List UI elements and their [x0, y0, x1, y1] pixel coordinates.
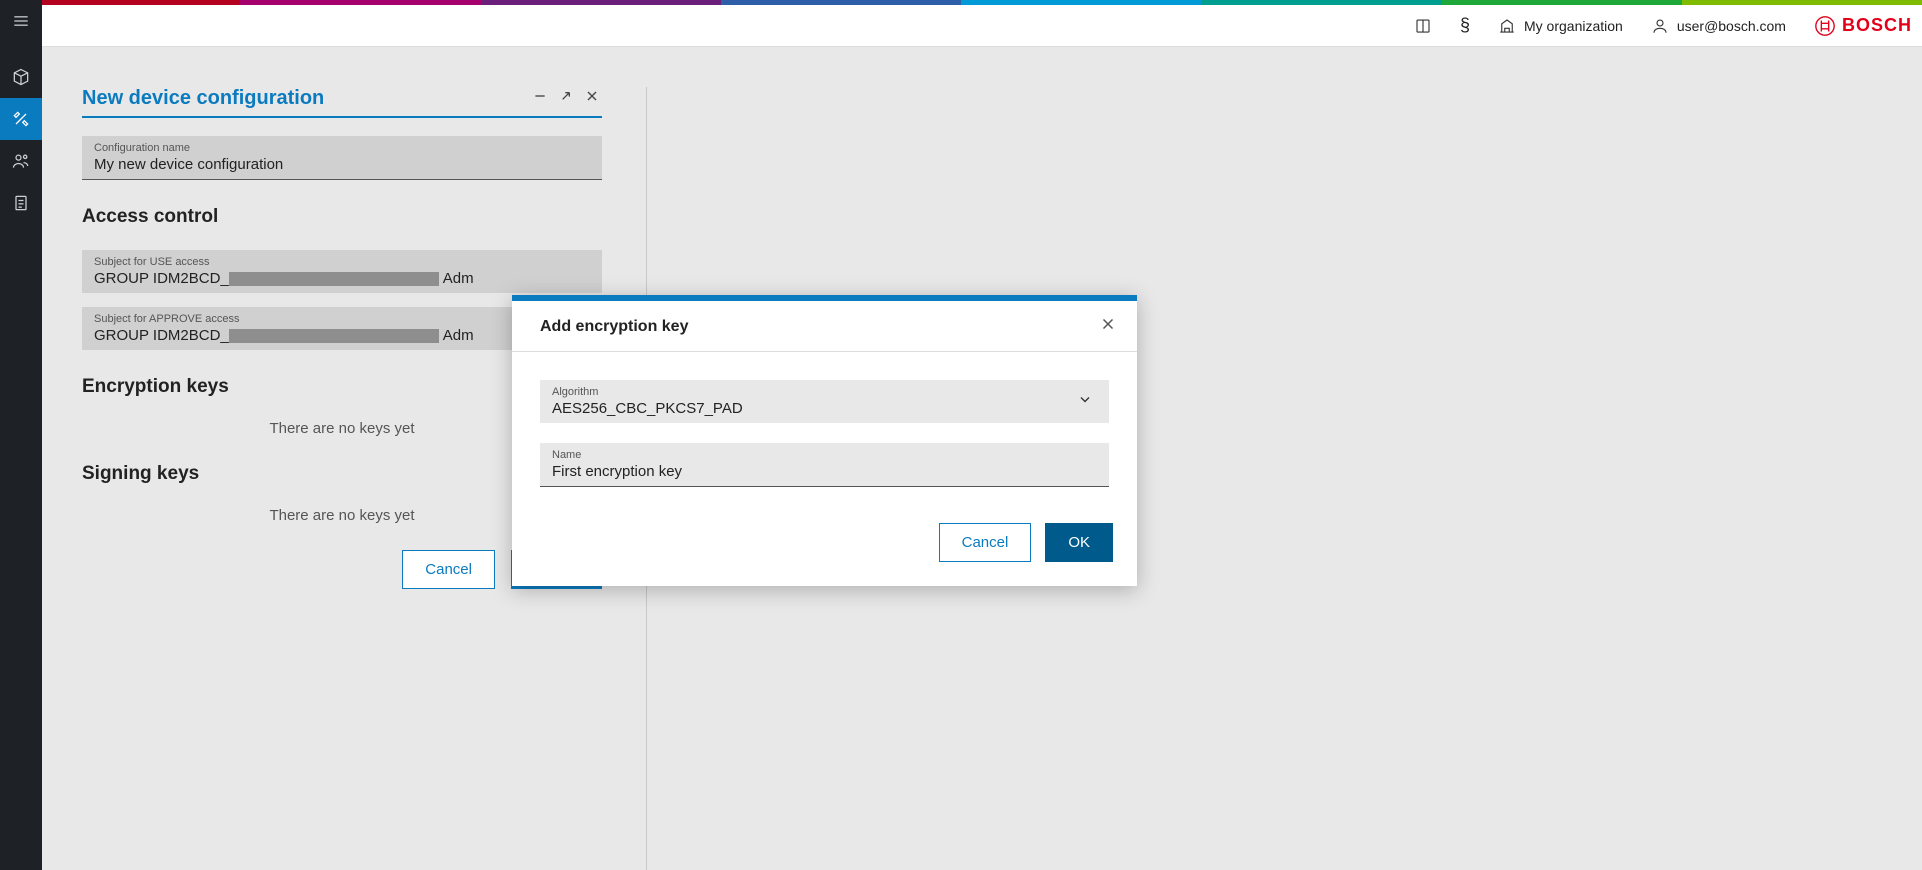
- sidebar: [0, 0, 42, 870]
- people-icon: [11, 151, 31, 171]
- algorithm-label: Algorithm: [552, 386, 1097, 398]
- sidebar-item-roles[interactable]: [0, 140, 42, 182]
- subject-approve-prefix: GROUP IDM2BCD_: [94, 327, 229, 344]
- add-encryption-key-modal: Add encryption key Algorithm AES256_CBC_…: [512, 295, 1137, 586]
- config-name-label: Configuration name: [94, 142, 590, 154]
- subject-use-value: GROUP IDM2BCD_ Adm: [94, 270, 590, 287]
- sidebar-item-docs[interactable]: [0, 182, 42, 224]
- key-name-field[interactable]: Name First encryption key: [540, 443, 1109, 487]
- panel-minimize-icon[interactable]: [532, 88, 548, 109]
- close-icon: [1099, 315, 1117, 333]
- subject-approve-suffix: Adm: [443, 327, 474, 344]
- key-name-value: First encryption key: [552, 463, 1097, 480]
- key-name-label: Name: [552, 449, 1097, 461]
- config-name-value: My new device configuration: [94, 156, 590, 173]
- algorithm-select[interactable]: Algorithm AES256_CBC_PKCS7_PAD: [540, 380, 1109, 423]
- workspace: New device configuration Configuration n…: [42, 47, 1922, 870]
- tools-icon: [11, 109, 31, 129]
- cube-icon: [11, 67, 31, 87]
- header-section-icon[interactable]: §: [1460, 15, 1470, 36]
- sidebar-menu-toggle[interactable]: [0, 0, 42, 42]
- subject-use-field[interactable]: Subject for USE access GROUP IDM2BCD_ Adm: [82, 250, 602, 293]
- access-control-heading: Access control: [82, 206, 602, 228]
- header-bar: § My organization user@bosch.com BOSCH: [0, 5, 1922, 47]
- modal-title: Add encryption key: [540, 318, 688, 336]
- panel-expand-icon[interactable]: [558, 88, 574, 109]
- modal-ok-button[interactable]: OK: [1045, 523, 1113, 562]
- bosch-icon: [1814, 15, 1836, 37]
- header-user[interactable]: user@bosch.com: [1651, 17, 1786, 35]
- modal-cancel-button[interactable]: Cancel: [939, 523, 1032, 562]
- sidebar-item-tools[interactable]: [0, 98, 42, 140]
- algorithm-value: AES256_CBC_PKCS7_PAD: [552, 400, 1097, 417]
- subject-use-suffix: Adm: [443, 270, 474, 287]
- brand-text: BOSCH: [1842, 15, 1912, 36]
- building-icon: [1498, 17, 1516, 35]
- redacted-segment: [229, 272, 439, 286]
- subject-use-label: Subject for USE access: [94, 256, 590, 268]
- config-name-field[interactable]: Configuration name My new device configu…: [82, 136, 602, 180]
- document-icon: [11, 193, 31, 213]
- top-color-strip: [0, 0, 1922, 5]
- organization-label: My organization: [1524, 18, 1623, 34]
- panel-title: New device configuration: [82, 87, 324, 110]
- user-label: user@bosch.com: [1677, 18, 1786, 34]
- cancel-button[interactable]: Cancel: [402, 550, 495, 589]
- header-organization[interactable]: My organization: [1498, 17, 1623, 35]
- panel-close-icon[interactable]: [584, 88, 600, 109]
- hamburger-icon: [11, 11, 31, 31]
- user-icon: [1651, 17, 1669, 35]
- header-book-icon[interactable]: [1414, 17, 1432, 35]
- sidebar-item-package[interactable]: [0, 56, 42, 98]
- brand-logo: BOSCH: [1814, 15, 1912, 37]
- modal-close-icon[interactable]: [1099, 315, 1117, 339]
- redacted-segment: [229, 329, 439, 343]
- subject-use-prefix: GROUP IDM2BCD_: [94, 270, 229, 287]
- panel-header: New device configuration: [82, 87, 602, 118]
- chevron-down-icon: [1077, 391, 1093, 412]
